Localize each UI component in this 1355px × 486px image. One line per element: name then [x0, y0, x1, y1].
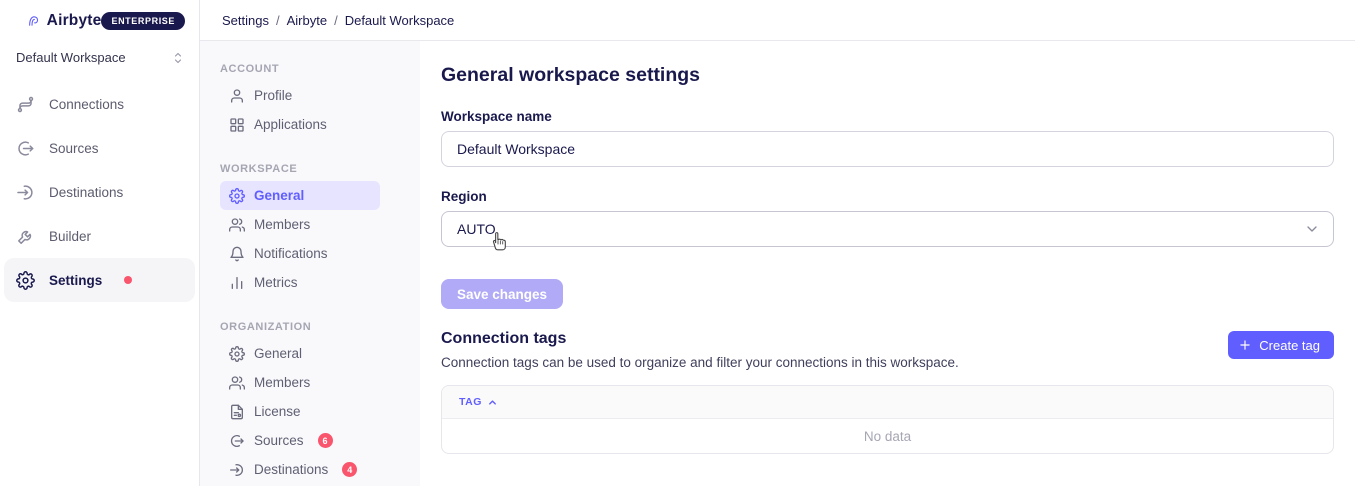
workspace-name-input[interactable] — [441, 131, 1334, 167]
tags-table-header-row: TAG — [442, 386, 1333, 419]
sidebar-item-settings[interactable]: Settings — [4, 258, 195, 302]
logo-row: Airbyte ENTERPRISE — [0, 0, 199, 41]
breadcrumb-default-workspace[interactable]: Default Workspace — [345, 13, 455, 28]
chevron-up-down-icon — [172, 51, 184, 65]
settings-nav-label: Members — [254, 217, 310, 232]
logo-wordmark: Airbyte — [47, 12, 102, 30]
connection-tags-title: Connection tags — [441, 330, 959, 348]
destination-icon — [229, 462, 245, 478]
settings-nav-item-org-general[interactable]: General — [220, 339, 380, 368]
settings-nav-item-org-members[interactable]: Members — [220, 368, 380, 397]
breadcrumb-airbyte[interactable]: Airbyte — [287, 13, 327, 28]
people-icon — [229, 217, 245, 233]
section-title-account: ACCOUNT — [220, 63, 420, 75]
people-icon — [229, 375, 245, 391]
settings-nav-label: Metrics — [254, 275, 298, 290]
settings-nav-item-org-destinations[interactable]: Destinations 4 — [220, 455, 380, 484]
main-content: General workspace settings Workspace nam… — [420, 41, 1355, 486]
page-title: General workspace settings — [441, 64, 1334, 87]
settings-nav-item-notifications[interactable]: Notifications — [220, 239, 380, 268]
license-doc-icon — [229, 404, 245, 420]
create-tag-label: Create tag — [1259, 338, 1320, 353]
settings-nav-label: License — [254, 404, 301, 419]
plus-icon — [1238, 338, 1252, 352]
destinations-count-badge: 4 — [342, 462, 357, 477]
create-tag-button[interactable]: Create tag — [1228, 331, 1334, 359]
settings-nav: ACCOUNT Profile — [200, 41, 420, 486]
settings-nav-label: Sources — [254, 433, 304, 448]
settings-nav-label: Notifications — [254, 246, 328, 261]
settings-nav-item-profile[interactable]: Profile — [220, 81, 380, 110]
sort-ascending-icon — [487, 397, 498, 408]
sidebar-item-destinations[interactable]: Destinations — [4, 170, 195, 214]
right-column: Settings / Airbyte / Default Workspace A… — [200, 0, 1355, 486]
tags-table-empty-state: No data — [442, 419, 1333, 453]
settings-nav-item-license[interactable]: License — [220, 397, 380, 426]
workspace-selector-label: Default Workspace — [16, 50, 126, 65]
sidebar-item-label: Sources — [49, 141, 99, 156]
breadcrumb-separator: / — [276, 13, 280, 28]
builder-wrench-icon — [16, 227, 35, 246]
sidebar-item-label: Destinations — [49, 185, 123, 200]
workspace-name-label: Workspace name — [441, 109, 1334, 124]
airbyte-settings-page: Airbyte ENTERPRISE Default Workspace — [0, 0, 1355, 486]
settings-nav-item-workspace-members[interactable]: Members — [220, 210, 380, 239]
settings-nav-item-applications[interactable]: Applications — [220, 110, 380, 139]
settings-nav-item-org-sources[interactable]: Sources 6 — [220, 426, 380, 455]
breadcrumb-separator: / — [334, 13, 338, 28]
bar-chart-icon — [229, 275, 245, 291]
section-title-organization: ORGANIZATION — [220, 321, 420, 333]
source-icon — [229, 433, 245, 449]
settings-nav-item-workspace-general[interactable]: General — [220, 181, 380, 210]
connections-icon — [16, 95, 35, 114]
save-changes-button[interactable]: Save changes — [441, 279, 563, 309]
region-select[interactable]: AUTO — [441, 211, 1334, 247]
sidebar-item-label: Builder — [49, 229, 91, 244]
chevron-down-icon — [1304, 221, 1320, 237]
section-title-workspace: WORKSPACE — [220, 163, 420, 175]
destination-icon — [16, 183, 35, 202]
region-select-value: AUTO — [457, 221, 496, 237]
sidebar-item-builder[interactable]: Builder — [4, 214, 195, 258]
connection-tags-description: Connection tags can be used to organize … — [441, 355, 959, 370]
settings-nav-label: General — [254, 346, 302, 361]
sidebar-item-sources[interactable]: Sources — [4, 126, 195, 170]
gear-icon — [229, 346, 245, 362]
settings-nav-label: Profile — [254, 88, 292, 103]
workspace-selector[interactable]: Default Workspace — [0, 41, 199, 74]
sources-count-badge: 6 — [318, 433, 333, 448]
sidebar-item-label: Connections — [49, 97, 124, 112]
gear-icon — [16, 271, 35, 290]
settings-nav-label: General — [254, 188, 304, 203]
settings-nav-label: Members — [254, 375, 310, 390]
tags-table: TAG No data — [441, 385, 1334, 454]
connection-tags-header: Connection tags Connection tags can be u… — [441, 330, 959, 370]
region-label: Region — [441, 189, 1334, 204]
gear-icon — [229, 188, 245, 204]
source-icon — [16, 139, 35, 158]
settings-nav-label: Destinations — [254, 462, 328, 477]
main-sidebar: Airbyte ENTERPRISE Default Workspace — [0, 0, 200, 486]
sidebar-item-label: Settings — [49, 273, 102, 288]
settings-notification-dot — [124, 276, 132, 284]
grid-icon — [229, 117, 245, 133]
breadcrumb-settings[interactable]: Settings — [222, 13, 269, 28]
tag-column-label: TAG — [459, 396, 482, 408]
sidebar-nav: Connections Sources Dest — [0, 82, 199, 302]
enterprise-badge: ENTERPRISE — [101, 12, 185, 30]
person-icon — [229, 88, 245, 104]
settings-nav-item-metrics[interactable]: Metrics — [220, 268, 380, 297]
tag-column-header[interactable]: TAG — [459, 396, 498, 408]
settings-nav-label: Applications — [254, 117, 327, 132]
bell-icon — [229, 246, 245, 262]
sidebar-item-connections[interactable]: Connections — [4, 82, 195, 126]
airbyte-logo-icon — [27, 11, 40, 31]
topbar: Settings / Airbyte / Default Workspace — [200, 0, 1355, 41]
